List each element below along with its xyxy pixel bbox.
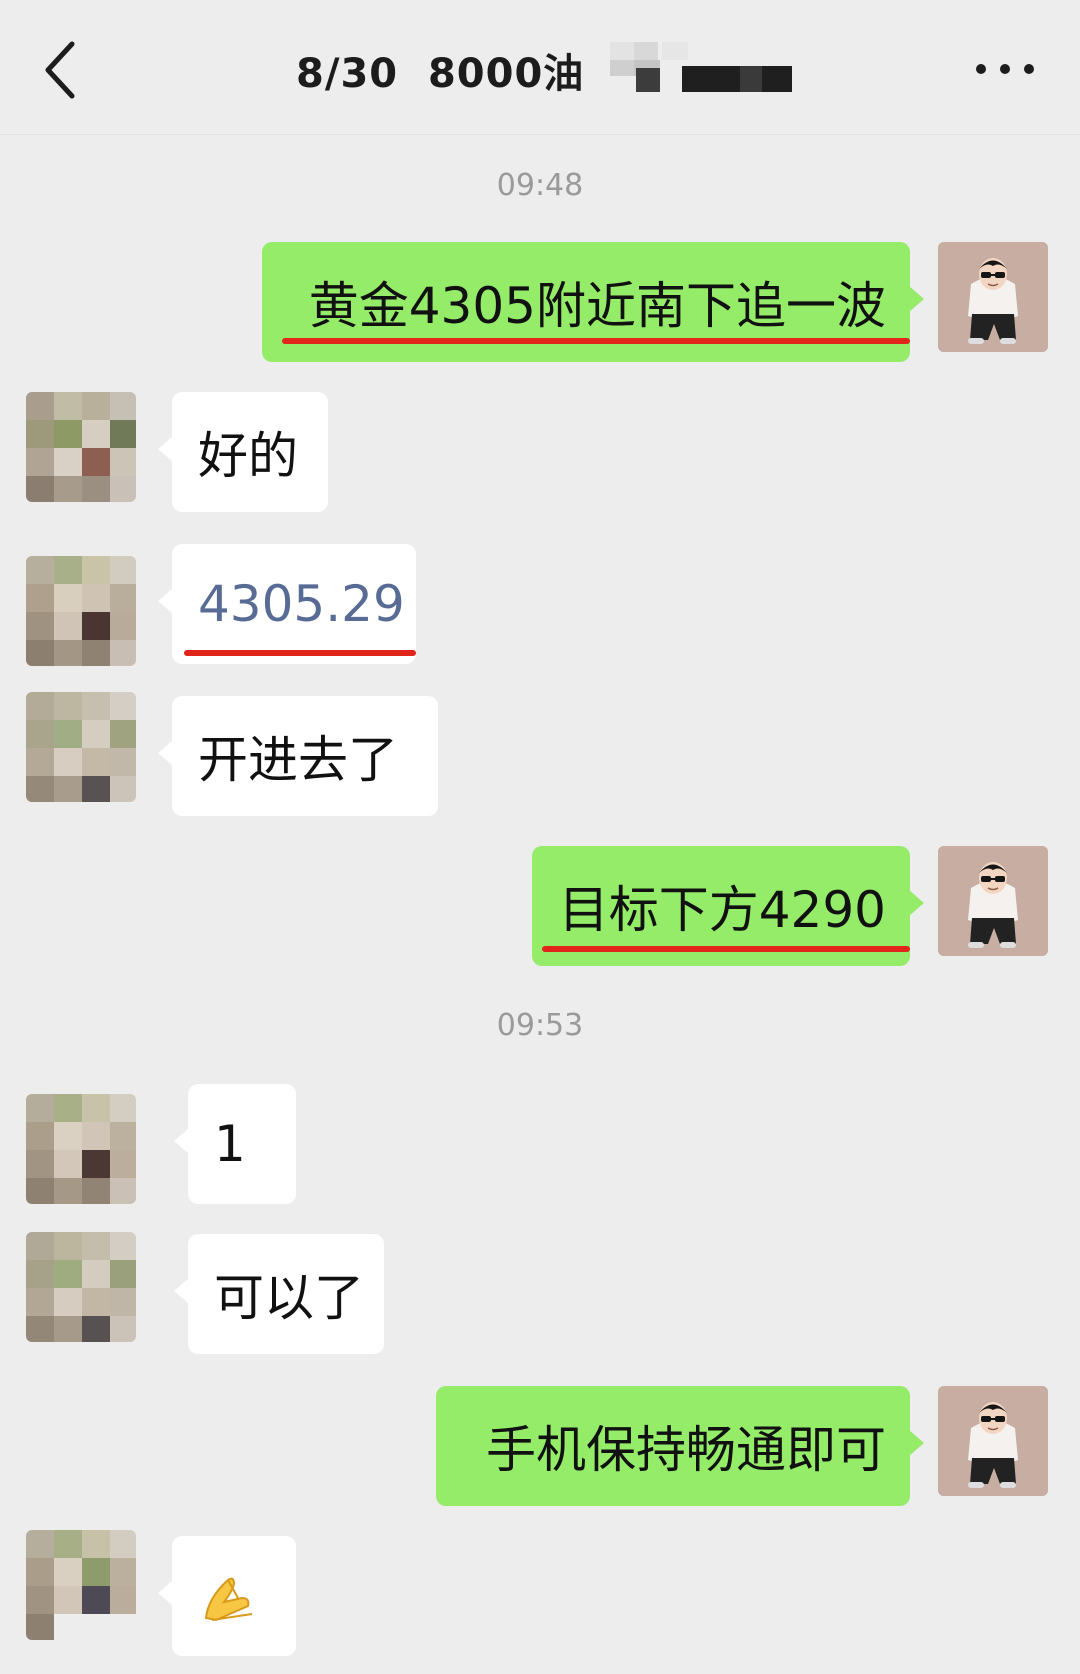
more-options-button[interactable] (974, 56, 1036, 82)
message-text: 1 (214, 1115, 246, 1173)
my-avatar[interactable] (938, 242, 1048, 352)
contact-message-bubble[interactable]: 1 (174, 1084, 296, 1204)
message-text[interactable]: 4305.29 (198, 575, 405, 633)
back-button[interactable] (40, 40, 88, 100)
message-text: 目标下方4290 (558, 881, 886, 939)
message-text: 好的 (198, 427, 298, 485)
my-avatar[interactable] (938, 1386, 1048, 1496)
red-underline-highlight (542, 946, 910, 952)
contact-avatar-blurred[interactable] (26, 692, 136, 802)
message-text: 黄金4305附近南下追一波 (308, 277, 886, 335)
message-text: 开进去了 (198, 731, 398, 789)
cartoon-man-sunglasses-icon (938, 846, 1048, 956)
red-underline-highlight (282, 338, 910, 344)
more-dots-icon (976, 64, 1034, 74)
contact-avatar-blurred[interactable] (26, 1530, 136, 1640)
redacted-name (610, 42, 800, 98)
my-message-bubble[interactable]: 手机保持畅通即可 (436, 1386, 924, 1506)
my-message-bubble[interactable]: 黄金4305附近南下追一波 (262, 242, 924, 362)
my-avatar[interactable] (938, 846, 1048, 956)
contact-avatar-blurred[interactable] (26, 392, 136, 502)
contact-message-bubble[interactable] (158, 1536, 296, 1656)
contact-message-bubble[interactable]: 可以了 (174, 1234, 384, 1354)
contact-message-bubble[interactable]: 好的 (158, 392, 328, 512)
message-text: 手机保持畅通即可 (486, 1421, 886, 1479)
timestamp: 09:53 (496, 1008, 584, 1043)
contact-avatar-blurred[interactable] (26, 1094, 136, 1204)
contact-message-bubble[interactable]: 4305.29 (158, 544, 416, 664)
cartoon-man-sunglasses-icon (938, 242, 1048, 352)
red-underline-highlight (184, 650, 416, 656)
chat-header: 8/30 8000油 (0, 0, 1080, 135)
contact-avatar-blurred[interactable] (26, 1232, 136, 1342)
contact-message-bubble[interactable]: 开进去了 (158, 696, 438, 816)
folded-hands-emoji-icon (204, 1577, 253, 1622)
contact-avatar-blurred[interactable] (26, 556, 136, 666)
chat-title-area: 8/30 8000油 (296, 42, 800, 98)
message-text: 可以了 (214, 1269, 364, 1327)
timestamp: 09:48 (496, 168, 584, 203)
my-message-bubble[interactable]: 目标下方4290 (532, 846, 924, 966)
cartoon-man-sunglasses-icon (938, 1386, 1048, 1496)
chevron-left-icon (45, 41, 75, 99)
chat-title: 8/30 8000油 (296, 51, 585, 97)
